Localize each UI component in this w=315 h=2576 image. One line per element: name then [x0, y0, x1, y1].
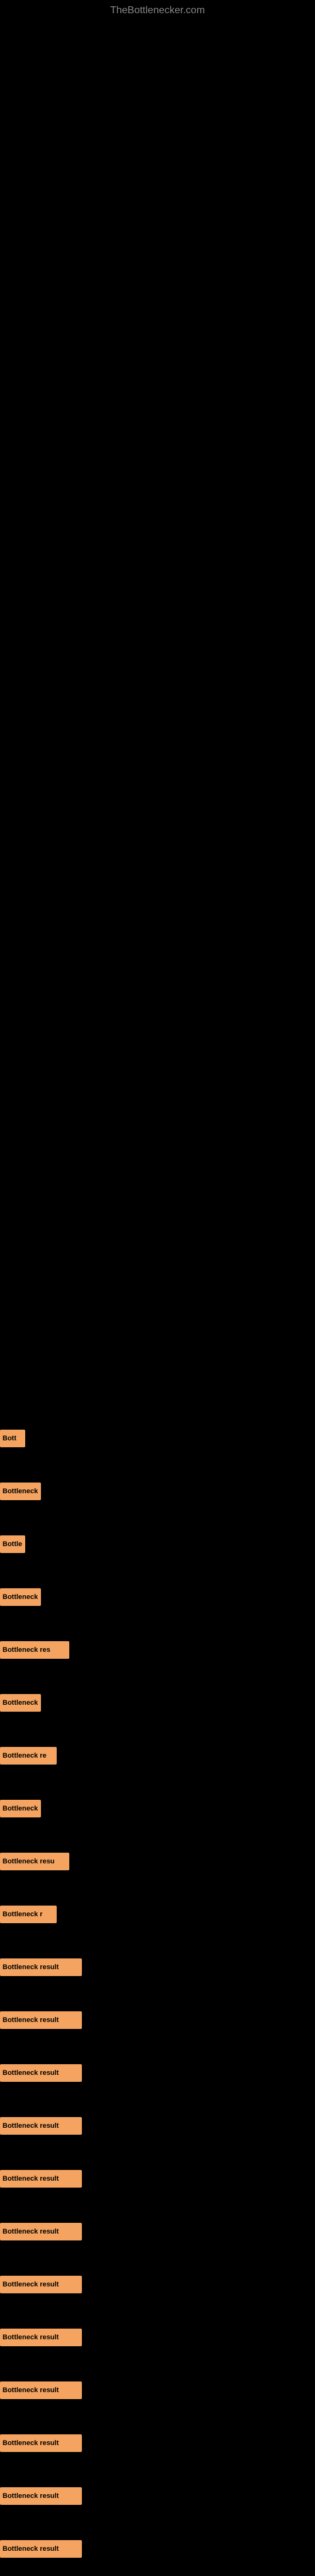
list-item: Bottleneck resu	[0, 1836, 315, 1887]
result-bar-10[interactable]: Bottleneck r	[0, 1906, 57, 1923]
list-item: Bottleneck re	[0, 1730, 315, 1782]
list-item: Bottleneck r	[0, 1889, 315, 1940]
result-bar-4[interactable]: Bottleneck	[0, 1588, 41, 1606]
result-bar-12[interactable]: Bottleneck result	[0, 2011, 82, 2029]
results-section: Bott Bottleneck Bottle Bottleneck Bottleneck…	[0, 1406, 315, 2575]
result-bar-9[interactable]: Bottleneck resu	[0, 1853, 69, 1870]
list-item: Bottleneck result	[0, 2417, 315, 2469]
result-bar-16[interactable]: Bottleneck result	[0, 2223, 82, 2240]
list-item: Bottleneck result	[0, 1994, 315, 2046]
result-bar-22[interactable]: Bottleneck result	[0, 2540, 82, 2558]
result-bar-3[interactable]: Bottle	[0, 1535, 25, 1553]
list-item: Bottleneck result	[0, 2523, 315, 2575]
list-item: Bottleneck result	[0, 2206, 315, 2257]
list-item: Bottleneck result	[0, 2312, 315, 2363]
result-bar-6[interactable]: Bottleneck	[0, 1694, 41, 1712]
list-item: Bottleneck	[0, 1466, 315, 1517]
list-item: Bottleneck result	[0, 2259, 315, 2310]
result-bar-15[interactable]: Bottleneck result	[0, 2170, 82, 2188]
site-header: TheBottlenecker.com	[0, 0, 315, 21]
result-bar-11[interactable]: Bottleneck result	[0, 1958, 82, 1976]
list-item: Bott	[0, 1413, 315, 1464]
list-item: Bottleneck result	[0, 2364, 315, 2416]
list-item: Bottleneck result	[0, 2470, 315, 2522]
list-item: Bottleneck res	[0, 1624, 315, 1676]
result-bar-2[interactable]: Bottleneck	[0, 1483, 41, 1500]
chart-area	[0, 21, 315, 1406]
list-item: Bottleneck result	[0, 1941, 315, 1993]
page-wrapper: TheBottlenecker.com Bott Bottleneck Bottle…	[0, 0, 315, 2575]
result-bar-18[interactable]: Bottleneck result	[0, 2329, 82, 2346]
list-item: Bottleneck	[0, 1783, 315, 1834]
list-item: Bottleneck result	[0, 2047, 315, 2099]
site-title: TheBottlenecker.com	[0, 0, 315, 21]
result-bar-13[interactable]: Bottleneck result	[0, 2064, 82, 2082]
list-item: Bottleneck	[0, 1677, 315, 1729]
list-item: Bottleneck result	[0, 2153, 315, 2205]
result-bar-7[interactable]: Bottleneck re	[0, 1747, 57, 1765]
list-item: Bottleneck	[0, 1571, 315, 1623]
result-bar-20[interactable]: Bottleneck result	[0, 2434, 82, 2452]
result-bar-8[interactable]: Bottleneck	[0, 1800, 41, 1817]
result-bar-14[interactable]: Bottleneck result	[0, 2117, 82, 2135]
result-bar-1[interactable]: Bott	[0, 1430, 25, 1447]
result-bar-17[interactable]: Bottleneck result	[0, 2276, 82, 2293]
list-item: Bottleneck result	[0, 2100, 315, 2152]
result-bar-5[interactable]: Bottleneck res	[0, 1641, 69, 1659]
result-bar-21[interactable]: Bottleneck result	[0, 2487, 82, 2505]
result-bar-19[interactable]: Bottleneck result	[0, 2381, 82, 2399]
list-item: Bottle	[0, 1518, 315, 1570]
